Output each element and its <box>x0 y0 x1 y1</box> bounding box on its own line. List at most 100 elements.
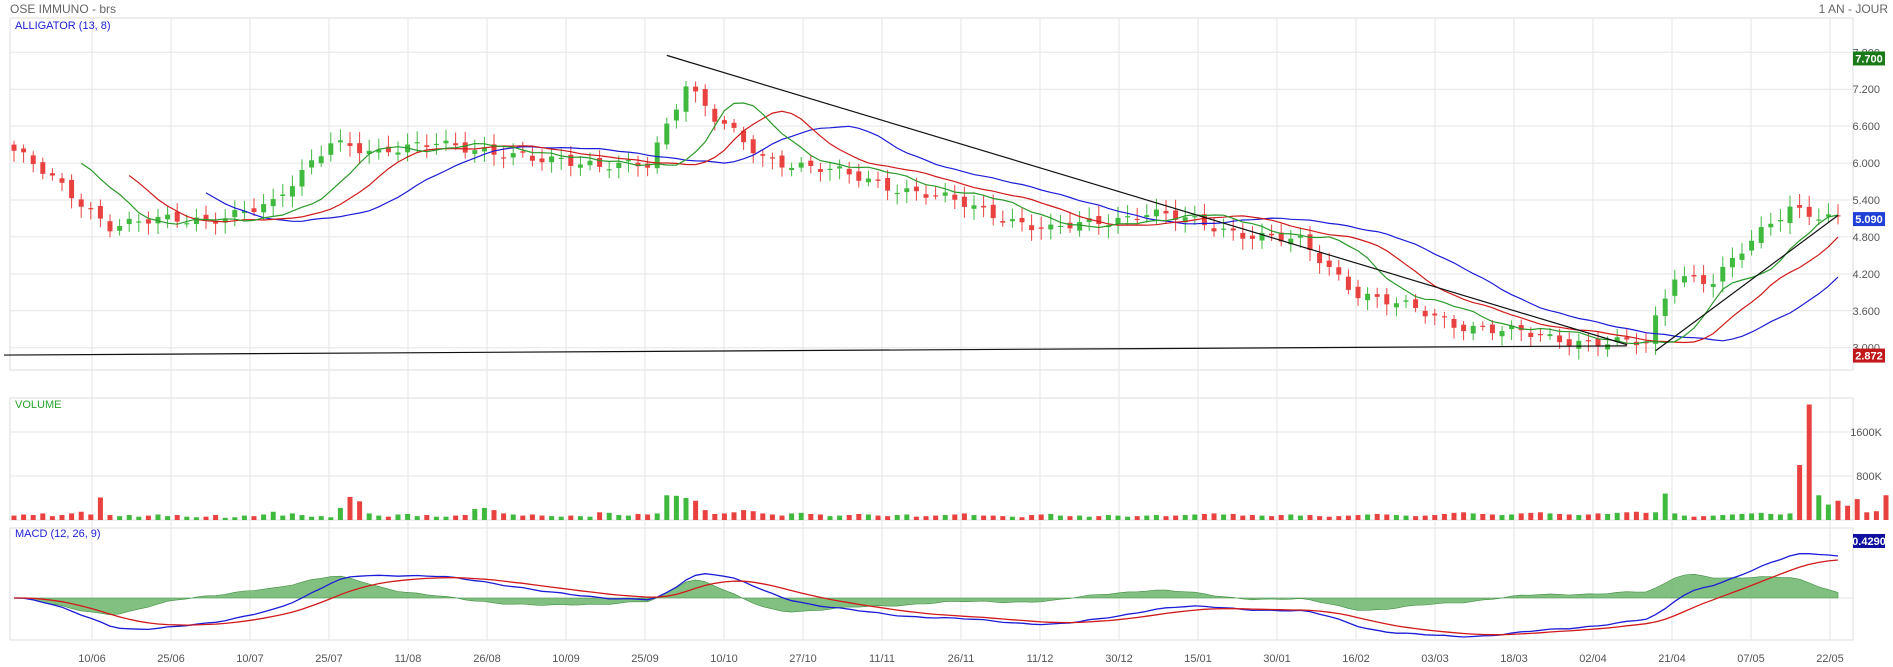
candle-body <box>625 159 631 162</box>
candle-body <box>1403 300 1409 302</box>
candle-body <box>1653 315 1659 344</box>
volume-bar <box>1259 515 1265 520</box>
x-tick-label: 10/07 <box>236 653 264 665</box>
candle-body <box>942 192 948 196</box>
candle-body <box>472 150 478 154</box>
price-tick-label: 4.800 <box>1852 232 1880 244</box>
candle-body <box>683 86 689 112</box>
x-tick-label: 10/10 <box>710 653 738 665</box>
volume-bar <box>1806 404 1812 520</box>
candle-body <box>11 144 17 151</box>
candle-body <box>760 154 766 156</box>
volume-bar <box>241 515 247 520</box>
candle-body <box>59 178 65 183</box>
price-tag-last: 5.090 <box>1855 214 1883 226</box>
candle-body <box>1489 324 1495 334</box>
candle-body <box>1240 232 1246 239</box>
candle-body <box>1192 216 1198 218</box>
volume-bar <box>789 513 795 520</box>
volume-bar <box>357 501 363 520</box>
candle-body <box>597 158 603 167</box>
candle-body <box>952 194 958 200</box>
candle-body <box>184 223 190 225</box>
candle-body <box>69 179 75 199</box>
volume-bar <box>1249 515 1255 520</box>
x-tick-label: 11/12 <box>1027 653 1054 665</box>
candle-body <box>347 143 353 146</box>
volume-bar <box>376 515 382 520</box>
volume-bar <box>126 515 132 520</box>
volume-bar <box>443 516 449 520</box>
volume-bar <box>1278 515 1284 520</box>
candle-body <box>136 221 142 223</box>
candle-body <box>933 195 939 197</box>
candle-body <box>1547 334 1553 337</box>
volume-bar <box>107 515 113 520</box>
candle-body <box>529 155 535 161</box>
candle-body <box>309 160 315 168</box>
macd-label: MACD (12, 26, 9) <box>15 528 101 540</box>
volume-bar <box>875 515 881 520</box>
candle-body <box>501 157 507 159</box>
volume-bar <box>1547 513 1553 520</box>
candle-body <box>1480 325 1486 327</box>
x-tick-label: 10/09 <box>552 653 580 665</box>
candle-body <box>1057 225 1063 227</box>
volume-bar <box>1557 513 1563 520</box>
x-tick-label: 30/12 <box>1105 653 1133 665</box>
volume-bar <box>1038 514 1044 520</box>
candle-body <box>885 178 891 191</box>
volume-bar <box>462 515 468 520</box>
volume-bar <box>1077 515 1083 520</box>
volume-bar <box>1614 512 1620 520</box>
volume-bar <box>1355 515 1361 520</box>
candle-body <box>1566 339 1572 347</box>
macd-panel <box>13 553 1839 638</box>
volume-bar <box>328 517 334 520</box>
candle-body <box>1528 332 1534 337</box>
candle-body <box>664 123 670 145</box>
volume-bar <box>1105 515 1111 520</box>
candle-body <box>549 156 555 163</box>
volume-bar <box>1288 514 1294 520</box>
volume-bar <box>1489 514 1495 520</box>
candle-body <box>1125 216 1131 218</box>
volume-bar <box>837 515 843 520</box>
candle-body <box>539 158 545 163</box>
volume-bar <box>1518 513 1524 520</box>
volume-bar <box>222 517 228 520</box>
volume-bar <box>165 516 171 520</box>
candle-body <box>1317 252 1323 264</box>
volume-bar <box>587 516 593 520</box>
volume-bar <box>1422 515 1428 520</box>
volume-bar <box>1365 514 1371 520</box>
volume-bar <box>520 515 526 520</box>
x-tick-label: 03/03 <box>1421 653 1449 665</box>
candle-body <box>1019 217 1025 223</box>
candle-body <box>270 199 276 207</box>
candle-body <box>1096 216 1102 225</box>
volume-tick-label: 1600K <box>1850 427 1882 439</box>
candle-body <box>1758 227 1764 243</box>
volume-bar <box>1585 514 1591 520</box>
volume-bar <box>549 516 555 520</box>
candle-body <box>789 167 795 171</box>
price-tick-label: 6.600 <box>1852 121 1880 133</box>
candle-body <box>165 214 171 220</box>
volume-bar <box>318 516 324 520</box>
candle-body <box>875 179 881 181</box>
volume-label: VOLUME <box>15 399 61 411</box>
volume-bar <box>827 516 833 520</box>
volume-bar <box>1470 513 1476 520</box>
volume-bar <box>1633 511 1639 520</box>
panel-frame <box>9 17 1854 371</box>
candle-body <box>318 156 324 164</box>
x-tick-label: 11/11 <box>869 653 895 665</box>
volume-bar <box>1384 514 1390 520</box>
panel-frame <box>9 527 1854 641</box>
volume-bar <box>741 510 747 520</box>
candle-body <box>1441 316 1447 318</box>
volume-bar <box>174 515 180 520</box>
volume-bar <box>1816 495 1822 520</box>
volume-bar <box>1201 513 1207 520</box>
